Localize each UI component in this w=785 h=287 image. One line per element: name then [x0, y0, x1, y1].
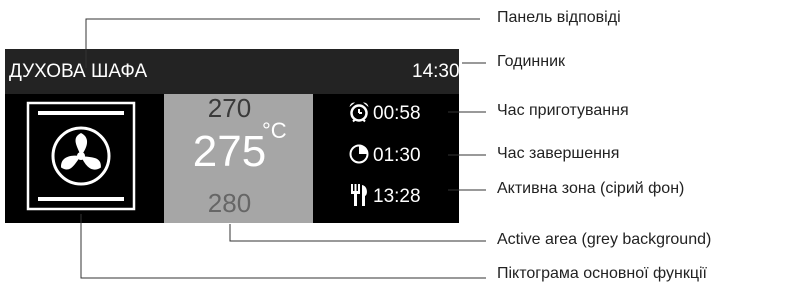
- callout-main-function-icon: Піктограма основної функції: [497, 265, 707, 282]
- callout-clock: Годинник: [497, 53, 566, 70]
- callout-end-time: Час завершення: [497, 145, 620, 162]
- callout-active-area: Active area (grey background): [497, 231, 712, 248]
- callout-cooking-time: Час приготування: [497, 102, 629, 119]
- callout-response-panel: Панель відповіді: [497, 9, 621, 26]
- callout-active-zone: Активна зона (сірий фон): [497, 180, 685, 197]
